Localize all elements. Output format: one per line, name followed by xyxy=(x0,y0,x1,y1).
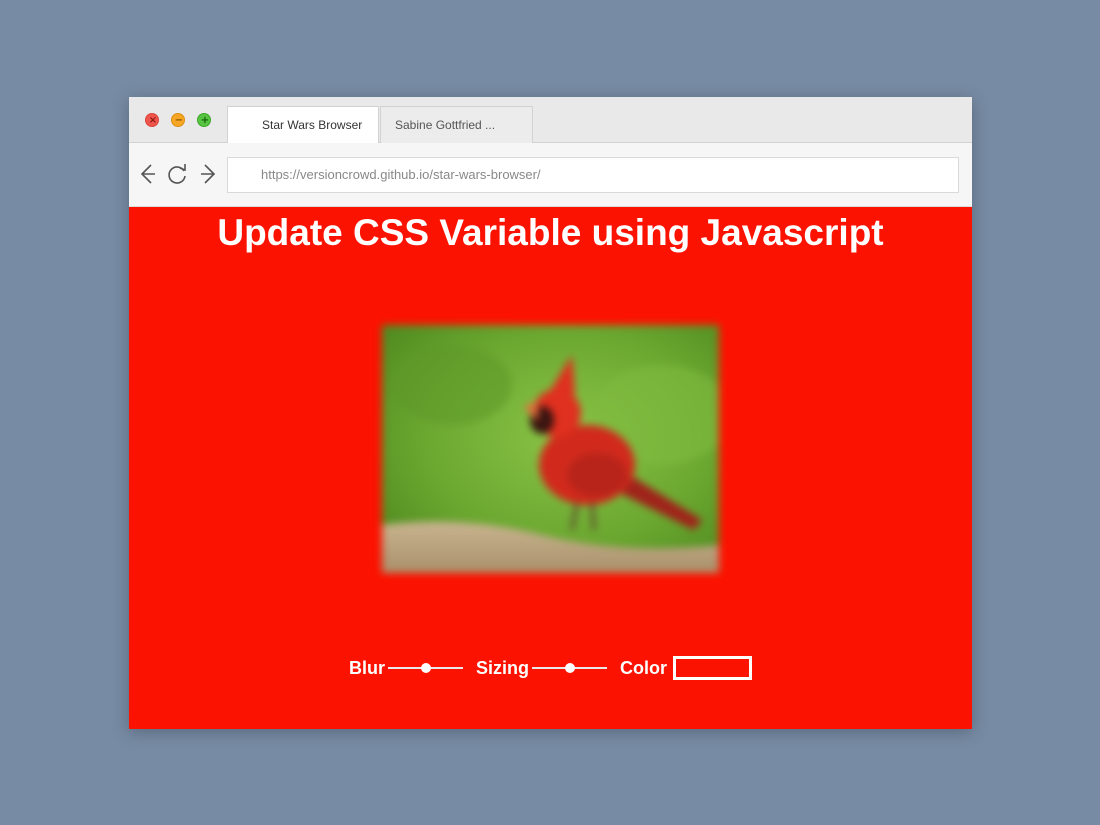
window-minimize-button[interactable]: − xyxy=(171,113,185,127)
sizing-label: Sizing xyxy=(476,657,529,678)
close-icon: × xyxy=(148,115,158,126)
tab-star-wars-browser[interactable]: Star Wars Browser xyxy=(227,106,379,143)
browser-window: × − + Star Wars Browser Sabine Gottfried… xyxy=(129,97,972,729)
blur-label: Blur xyxy=(349,657,385,678)
back-arrow-icon[interactable] xyxy=(137,161,159,187)
window-maximize-button[interactable]: + xyxy=(197,113,211,127)
tab-label: Star Wars Browser xyxy=(262,118,363,132)
window-close-button[interactable]: × xyxy=(145,113,159,127)
minimize-icon: − xyxy=(174,115,184,126)
tab-bar: × − + Star Wars Browser Sabine Gottfried… xyxy=(129,97,972,143)
blur-slider[interactable] xyxy=(388,658,463,678)
sizing-slider[interactable] xyxy=(532,658,607,678)
page-title: Update CSS Variable using Javascript xyxy=(217,212,884,253)
url-text: https://versioncrowd.github.io/star-wars… xyxy=(261,167,541,182)
address-bar[interactable]: https://versioncrowd.github.io/star-wars… xyxy=(227,157,959,193)
color-label: Color xyxy=(620,657,667,678)
tab-label: Sabine Gottfried ... xyxy=(395,118,496,132)
reload-icon[interactable] xyxy=(166,161,188,187)
page-content: Update CSS Variable using Javascript Blu… xyxy=(129,207,972,729)
maximize-icon: + xyxy=(200,115,210,126)
blur-slider-thumb[interactable] xyxy=(420,663,431,673)
cardinal-image xyxy=(382,325,719,573)
navigation-bar: https://versioncrowd.github.io/star-wars… xyxy=(129,143,972,207)
tab-sabine-gottfried[interactable]: Sabine Gottfried ... xyxy=(380,106,533,143)
sizing-slider-thumb[interactable] xyxy=(564,663,575,673)
forward-arrow-icon[interactable] xyxy=(197,161,219,187)
color-picker[interactable] xyxy=(673,656,752,680)
controls-panel: Blur Sizing Color xyxy=(129,644,972,692)
